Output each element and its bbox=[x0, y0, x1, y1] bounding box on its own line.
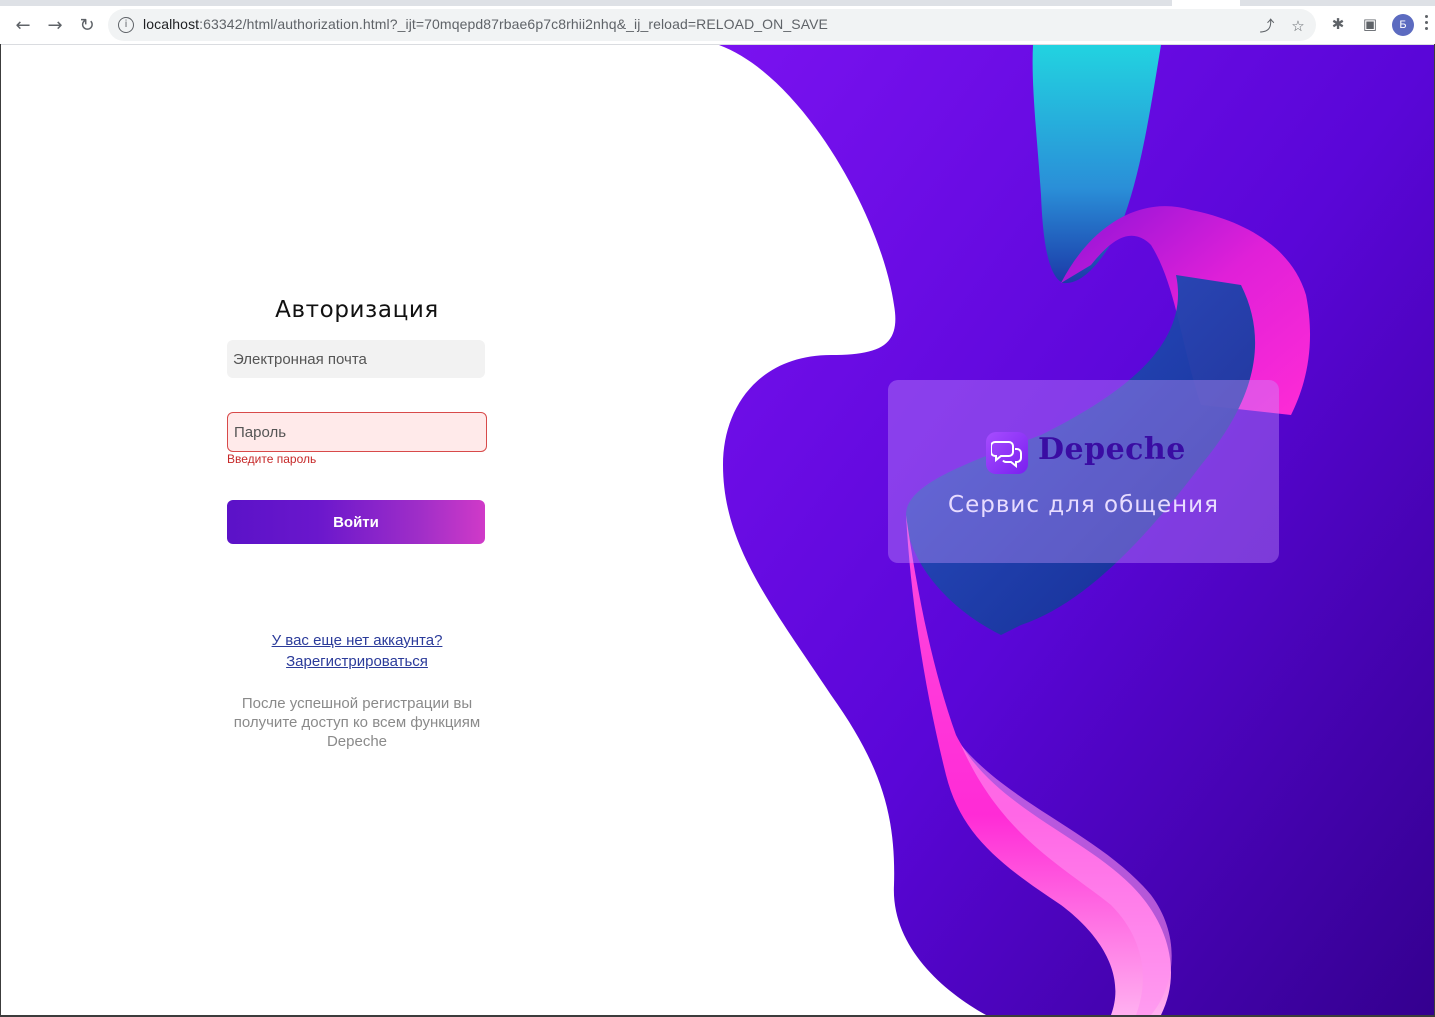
kebab-menu-icon[interactable] bbox=[1424, 15, 1430, 35]
chat-bubbles-icon bbox=[986, 432, 1028, 474]
register-link[interactable]: Зарегистрироваться bbox=[227, 651, 487, 672]
profile-avatar[interactable]: Б bbox=[1392, 14, 1414, 36]
url-path: :63342/html/authorization.html?_ijt=70mq… bbox=[199, 16, 828, 32]
brand-slogan: Сервис для общения bbox=[948, 492, 1219, 518]
address-bar[interactable]: i localhost:63342/html/authorization.htm… bbox=[108, 9, 1316, 41]
login-button[interactable]: Войти bbox=[227, 500, 485, 544]
share-icon[interactable]: ⤴ bbox=[1258, 17, 1276, 35]
side-panel-icon[interactable]: ▣ bbox=[1360, 14, 1380, 34]
register-note: После успешной регистрации вы получите д… bbox=[233, 695, 481, 750]
brand-card: Depeche Сервис для общения bbox=[888, 380, 1279, 563]
email-field[interactable] bbox=[227, 340, 485, 378]
star-icon[interactable]: ☆ bbox=[1289, 17, 1307, 35]
password-error-message: Введите пароль bbox=[227, 452, 317, 466]
page-content: Авторизация Введите пароль Войти У вас е… bbox=[1, 45, 1434, 1015]
brand-name: Depeche bbox=[1038, 432, 1186, 467]
url-host: localhost bbox=[143, 16, 200, 32]
password-field[interactable] bbox=[227, 412, 487, 452]
back-icon[interactable]: ← bbox=[10, 12, 36, 38]
info-icon[interactable]: i bbox=[118, 17, 134, 33]
forward-icon[interactable]: → bbox=[42, 12, 68, 38]
no-account-link[interactable]: У вас еще нет аккаунта? bbox=[227, 630, 487, 651]
browser-toolbar: ← → ↻ i localhost:63342/html/authorizati… bbox=[0, 0, 1435, 45]
tab-strip bbox=[0, 0, 1435, 6]
register-links: У вас еще нет аккаунта? Зарегистрировать… bbox=[227, 630, 487, 672]
page-title: Авторизация bbox=[275, 297, 439, 323]
active-tab[interactable] bbox=[1172, 0, 1240, 6]
puzzle-icon[interactable]: ✱ bbox=[1328, 14, 1348, 34]
url-text[interactable]: localhost:63342/html/authorization.html?… bbox=[143, 16, 828, 32]
reload-icon[interactable]: ↻ bbox=[74, 12, 100, 38]
